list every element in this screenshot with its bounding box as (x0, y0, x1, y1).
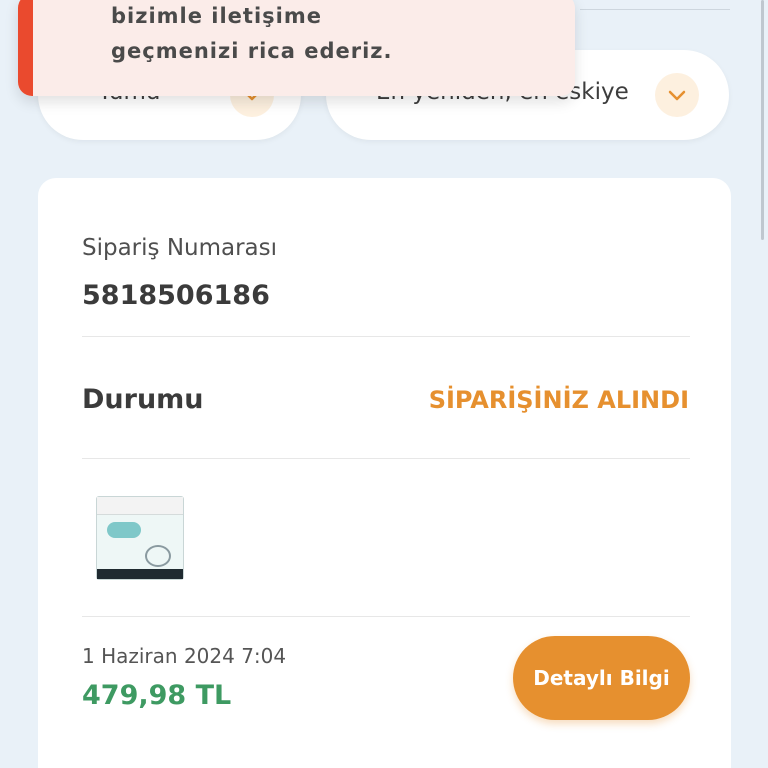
divider (82, 458, 690, 459)
chevron-down-icon[interactable] (655, 73, 699, 117)
order-number: 5818506186 (82, 280, 270, 311)
product-thumbnail[interactable] (92, 492, 190, 584)
order-date: 1 Haziran 2024 7:04 (82, 644, 287, 668)
status-label: Durumu (82, 384, 204, 415)
divider (82, 336, 690, 337)
detail-info-button[interactable]: Detaylı Bilgi (513, 636, 690, 720)
order-price: 479,98 TL (82, 680, 232, 711)
status-value: SİPARİŞİNİZ ALINDI (428, 386, 689, 414)
divider (82, 616, 690, 617)
order-card: Sipariş Numarası 5818506186 Durumu SİPAR… (38, 178, 731, 768)
diaper-pack-image (96, 496, 184, 580)
toast-message-line-2: geçmenizi rica ederiz. (111, 39, 393, 63)
notification-toast[interactable]: bizimle iletişime geçmenizi rica ederiz. (18, 0, 575, 96)
header-divider (580, 9, 730, 10)
toast-accent-bar (18, 0, 33, 96)
toast-message-line-1: bizimle iletişime (111, 4, 322, 28)
order-number-label: Sipariş Numarası (82, 235, 278, 261)
scrollbar[interactable] (761, 0, 764, 240)
